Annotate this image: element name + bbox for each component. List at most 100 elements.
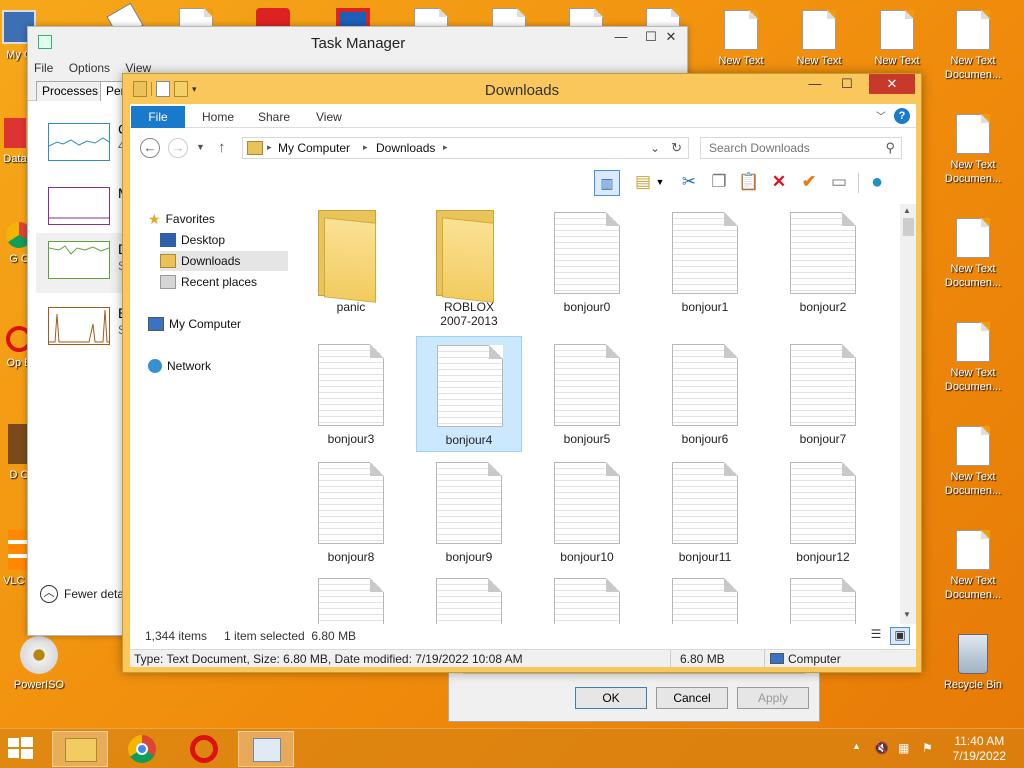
scroll-down-icon[interactable]: ▼ — [903, 610, 911, 619]
properties-icon[interactable]: ▤ — [630, 170, 656, 196]
desktop-icon-new-text-5[interactable]: New Text Documen... — [940, 114, 1006, 186]
maximize-button[interactable]: ☐ — [833, 74, 861, 94]
desktop-icon-new-text-9[interactable]: New Text Documen... — [940, 530, 1006, 602]
address-dropdown-icon[interactable]: ⌄ — [650, 141, 660, 155]
up-button[interactable]: ↑ — [218, 139, 226, 156]
tab-home[interactable]: Home — [192, 106, 244, 128]
menu-options[interactable]: Options — [63, 59, 116, 77]
chevron-right-icon[interactable]: ▸ — [267, 142, 272, 153]
file-item[interactable]: bonjour8 — [298, 454, 404, 570]
paste-icon[interactable]: 📋 — [736, 170, 762, 196]
search-box[interactable]: ⚲ — [700, 137, 902, 159]
expand-ribbon-icon[interactable]: ﹀ — [876, 108, 886, 123]
menu-file[interactable]: File — [28, 59, 59, 77]
apply-button[interactable]: Apply — [737, 687, 809, 709]
perf-cpu[interactable]: C 4 — [36, 117, 128, 163]
file-item[interactable]: bonjour12 — [770, 454, 876, 570]
file-item[interactable]: bonjour7 — [770, 336, 876, 452]
address-bar[interactable]: ▸ My Computer ▸ Downloads ▸ ⌄ ↻ — [242, 137, 689, 159]
desktop-icon-new-text-7[interactable]: New Text Documen... — [940, 322, 1006, 394]
perf-disk[interactable]: D S — [36, 233, 128, 293]
explorer-window[interactable]: ▾ Downloads — ☐ ✕ File Home Share View ﹀… — [122, 73, 922, 673]
breadcrumb-my-computer[interactable]: My Computer — [278, 141, 350, 155]
nav-desktop[interactable]: Desktop — [160, 230, 300, 250]
minimize-button[interactable]: — — [604, 27, 638, 49]
desktop-icon-recycle-bin[interactable]: Recycle Bin — [940, 634, 1006, 692]
tab-processes[interactable]: Processes — [36, 81, 105, 101]
perf-ethernet[interactable]: E S — [36, 301, 127, 347]
desktop-icon-new-text-4[interactable]: New Text Documen... — [940, 10, 1006, 82]
nav-network[interactable]: Network — [148, 356, 288, 376]
close-button[interactable]: ✕ — [656, 27, 686, 49]
show-hidden-icons[interactable]: ▲ — [852, 741, 861, 751]
file-item-selected[interactable]: bonjour4 — [416, 336, 522, 452]
file-item[interactable]: bonjour3 — [298, 336, 404, 452]
nav-recent-places[interactable]: Recent places — [160, 272, 300, 292]
desktop-icon-new-text-8[interactable]: New Text Documen... — [940, 426, 1006, 498]
globe-icon[interactable]: ● — [864, 170, 890, 196]
rename-icon[interactable]: ✔ — [796, 170, 822, 196]
details-view-icon[interactable]: ☰ — [866, 627, 886, 645]
task-manager-titlebar[interactable]: Task Manager — ☐ ✕ — [28, 27, 687, 59]
close-button[interactable]: ✕ — [869, 74, 915, 94]
file-item[interactable]: bonjour1 — [652, 204, 758, 320]
taskbar-chrome[interactable] — [114, 731, 170, 767]
desktop-icon-new-text-2[interactable]: New Text — [786, 10, 852, 68]
cancel-button[interactable]: Cancel — [656, 687, 728, 709]
refresh-icon[interactable]: ↻ — [671, 140, 682, 156]
file-item[interactable]: bonjour6 — [652, 336, 758, 452]
search-input[interactable] — [701, 138, 871, 158]
vertical-scrollbar[interactable]: ▲ ▼ — [900, 204, 916, 624]
taskbar-opera[interactable] — [176, 731, 232, 767]
action-center-icon[interactable]: ⚑ — [922, 741, 933, 755]
desktop-icon-new-text-1[interactable]: New Text — [708, 10, 774, 68]
speaker-muted-icon[interactable]: 🔇 — [874, 741, 889, 755]
taskbar-file-explorer[interactable] — [52, 731, 108, 767]
start-button[interactable] — [6, 735, 40, 763]
minimize-button[interactable]: — — [801, 74, 829, 94]
file-item[interactable]: bonjour9 — [416, 454, 522, 570]
back-button[interactable]: ← — [140, 138, 160, 158]
copy-icon[interactable]: ❐ — [706, 170, 732, 196]
chevron-right-icon[interactable]: ▸ — [443, 142, 448, 153]
folder-item[interactable]: panic — [298, 204, 404, 320]
scroll-thumb[interactable] — [903, 218, 914, 236]
dropdown-icon[interactable]: ▼ — [654, 170, 666, 196]
perf-memory[interactable]: M — [36, 181, 130, 227]
file-item-partial[interactable] — [534, 570, 640, 624]
chevron-right-icon[interactable]: ▸ — [363, 142, 368, 153]
network-icon[interactable]: ▦ — [898, 741, 909, 755]
taskbar-task-manager[interactable] — [238, 731, 294, 767]
desktop-icon-new-text-6[interactable]: New Text Documen... — [940, 218, 1006, 290]
scroll-up-icon[interactable]: ▲ — [903, 206, 911, 215]
large-icons-view-icon[interactable]: ▣ — [890, 627, 910, 645]
file-item[interactable]: bonjour0 — [534, 204, 640, 320]
file-item-partial[interactable] — [770, 570, 876, 624]
tab-share[interactable]: Share — [248, 106, 300, 128]
nav-downloads[interactable]: Downloads — [160, 251, 288, 271]
fewer-details-button[interactable]: ︿ Fewer deta — [40, 585, 124, 603]
file-item-partial[interactable] — [652, 570, 758, 624]
recent-locations-icon[interactable]: ▼ — [196, 142, 205, 152]
breadcrumb-downloads[interactable]: Downloads — [376, 141, 435, 155]
nav-favorites[interactable]: ★ Favorites — [148, 209, 288, 229]
file-item[interactable]: bonjour11 — [652, 454, 758, 570]
cut-icon[interactable]: ✂ — [676, 170, 702, 196]
desktop-icon-poweriso[interactable]: PowerISO — [6, 636, 72, 692]
tab-view[interactable]: View — [306, 106, 352, 128]
folder-item[interactable]: ROBLOX 2007-2013 — [416, 204, 522, 328]
clock[interactable]: 11:40 AM 7/19/2022 — [953, 734, 1006, 764]
file-item-partial[interactable] — [416, 570, 522, 624]
file-item[interactable]: bonjour5 — [534, 336, 640, 452]
help-icon[interactable]: ? — [894, 108, 910, 124]
tab-file[interactable]: File — [131, 106, 185, 128]
nav-my-computer[interactable]: My Computer — [148, 314, 288, 334]
delete-icon[interactable]: ✕ — [766, 170, 792, 196]
new-item-icon[interactable]: ▭ — [826, 170, 852, 196]
desktop-icon-new-text-3[interactable]: New Text — [864, 10, 930, 68]
forward-button[interactable]: → — [168, 138, 188, 158]
file-item[interactable]: bonjour2 — [770, 204, 876, 320]
preview-pane-icon[interactable]: ▥ — [594, 170, 620, 196]
file-item[interactable]: bonjour10 — [534, 454, 640, 570]
file-item-partial[interactable] — [298, 570, 404, 624]
